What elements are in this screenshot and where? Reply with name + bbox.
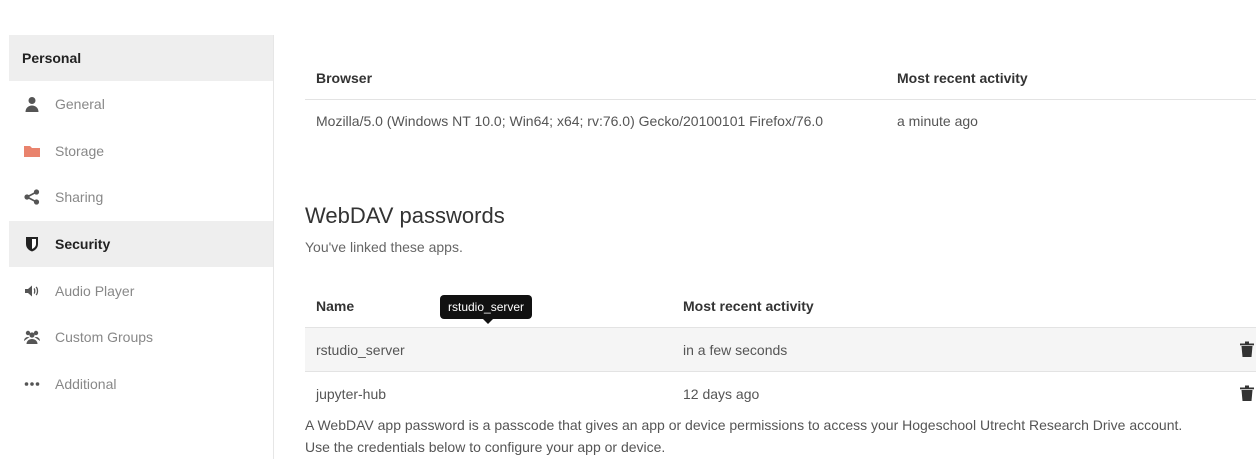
browser-column-header: Browser (316, 70, 373, 86)
session-activity: a minute ago (897, 113, 978, 129)
section-subtitle: You've linked these apps. (305, 239, 463, 255)
sidebar-item-label: Security (55, 236, 111, 253)
more-icon (23, 375, 41, 393)
section-title: WebDAV passwords (305, 203, 505, 228)
tooltip: rstudio_server (440, 295, 533, 324)
sidebar-item-label: Additional (55, 375, 117, 392)
sidebar-header: Personal (9, 35, 273, 81)
sidebar-item-sharing[interactable]: Sharing (9, 174, 273, 221)
sidebar-item-additional[interactable]: Additional (9, 361, 273, 408)
main-content: Browser Most recent activity Mozilla/5.0… (305, 0, 1256, 459)
app-activity: 12 days ago (683, 386, 760, 402)
sidebar-item-label: Custom Groups (55, 329, 154, 346)
activity-column-header: Most recent activity (683, 298, 814, 314)
sidebar-item-storage[interactable]: Storage (9, 128, 273, 175)
sidebar-item-audio-player[interactable]: Audio Player (9, 267, 273, 314)
app-name: rstudio_server (316, 342, 405, 358)
webdav-info-text: A WebDAV app password is a passcode that… (305, 417, 1183, 433)
app-name: jupyter-hub (316, 386, 387, 402)
session-browser: Mozilla/5.0 (Windows NT 10.0; Win64; x64… (316, 113, 824, 129)
sidebar-item-label: Audio Player (55, 282, 135, 299)
name-column-header: Name (316, 298, 355, 314)
sidebar-item-label: Storage (55, 142, 105, 159)
sidebar-item-general[interactable]: General (9, 81, 273, 128)
trash-icon[interactable] (1240, 341, 1254, 357)
sidebar-item-label: General (55, 96, 105, 113)
trash-icon[interactable] (1240, 385, 1254, 401)
app-activity: in a few seconds (683, 342, 788, 358)
webdav-info-text-2: Use the credentials below to configure y… (305, 439, 666, 455)
sidebar-item-custom-groups[interactable]: Custom Groups (9, 314, 273, 361)
group-icon (23, 328, 41, 346)
share-icon (23, 188, 41, 206)
folder-icon (23, 142, 41, 160)
table-divider (305, 99, 1256, 100)
speaker-icon (23, 282, 41, 300)
sidebar-item-label: Sharing (55, 189, 104, 206)
activity-column-header: Most recent activity (897, 70, 1028, 86)
sidebar-item-security[interactable]: Security (9, 220, 273, 268)
table-row[interactable]: jupyter-hub 12 days ago (305, 372, 1256, 415)
shield-icon (23, 235, 41, 253)
settings-sidebar: Personal General Storage Sharing Securit… (9, 35, 274, 459)
table-row[interactable]: rstudio_server in a few seconds (305, 328, 1256, 371)
user-icon (23, 95, 41, 113)
